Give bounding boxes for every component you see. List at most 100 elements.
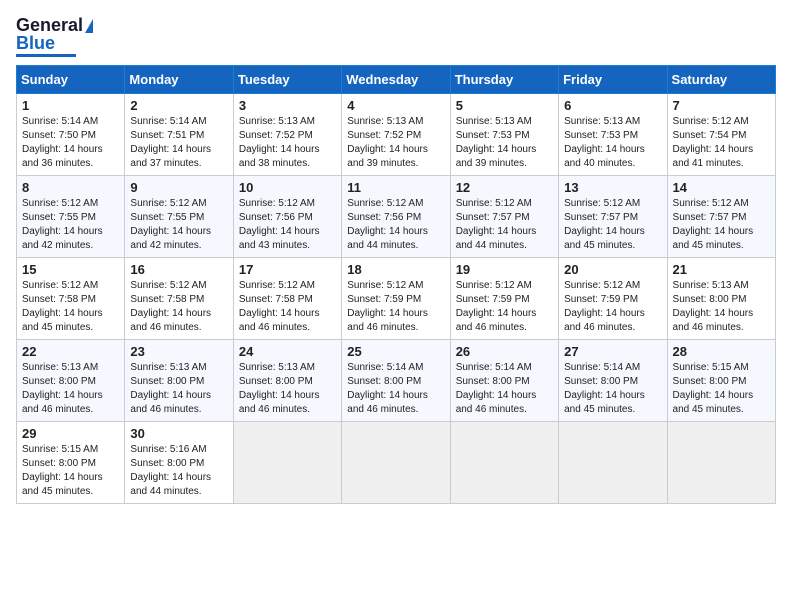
cell-info: Sunrise: 5:12 AMSunset: 7:57 PMDaylight:… — [673, 198, 754, 251]
cell-info: Sunrise: 5:13 AMSunset: 8:00 PMDaylight:… — [239, 362, 320, 415]
day-number: 13 — [564, 180, 661, 195]
cell-info: Sunrise: 5:13 AMSunset: 8:00 PMDaylight:… — [22, 362, 103, 415]
cell-info: Sunrise: 5:12 AMSunset: 7:55 PMDaylight:… — [22, 198, 103, 251]
calendar-cell: 21 Sunrise: 5:13 AMSunset: 8:00 PMDaylig… — [667, 258, 775, 340]
cell-info: Sunrise: 5:15 AMSunset: 8:00 PMDaylight:… — [673, 362, 754, 415]
calendar-cell: 11 Sunrise: 5:12 AMSunset: 7:56 PMDaylig… — [342, 176, 450, 258]
calendar-week-3: 15 Sunrise: 5:12 AMSunset: 7:58 PMDaylig… — [17, 258, 776, 340]
calendar-cell: 16 Sunrise: 5:12 AMSunset: 7:58 PMDaylig… — [125, 258, 233, 340]
cell-info: Sunrise: 5:12 AMSunset: 7:59 PMDaylight:… — [347, 280, 428, 333]
day-header-monday: Monday — [125, 66, 233, 94]
calendar-cell: 29 Sunrise: 5:15 AMSunset: 8:00 PMDaylig… — [17, 422, 125, 504]
calendar-cell: 28 Sunrise: 5:15 AMSunset: 8:00 PMDaylig… — [667, 340, 775, 422]
cell-info: Sunrise: 5:15 AMSunset: 8:00 PMDaylight:… — [22, 444, 103, 497]
calendar-week-1: 1 Sunrise: 5:14 AMSunset: 7:50 PMDayligh… — [17, 94, 776, 176]
day-number: 6 — [564, 98, 661, 113]
day-number: 17 — [239, 262, 336, 277]
cell-info: Sunrise: 5:14 AMSunset: 8:00 PMDaylight:… — [456, 362, 537, 415]
calendar-cell: 14 Sunrise: 5:12 AMSunset: 7:57 PMDaylig… — [667, 176, 775, 258]
calendar-cell: 24 Sunrise: 5:13 AMSunset: 8:00 PMDaylig… — [233, 340, 341, 422]
calendar-cell — [667, 422, 775, 504]
day-number: 10 — [239, 180, 336, 195]
day-number: 19 — [456, 262, 553, 277]
cell-info: Sunrise: 5:13 AMSunset: 7:53 PMDaylight:… — [456, 116, 537, 169]
day-header-wednesday: Wednesday — [342, 66, 450, 94]
day-number: 23 — [130, 344, 227, 359]
cell-info: Sunrise: 5:14 AMSunset: 7:51 PMDaylight:… — [130, 116, 211, 169]
day-number: 5 — [456, 98, 553, 113]
day-number: 21 — [673, 262, 770, 277]
calendar-cell: 9 Sunrise: 5:12 AMSunset: 7:55 PMDayligh… — [125, 176, 233, 258]
cell-info: Sunrise: 5:12 AMSunset: 7:57 PMDaylight:… — [456, 198, 537, 251]
cell-info: Sunrise: 5:12 AMSunset: 7:58 PMDaylight:… — [22, 280, 103, 333]
cell-info: Sunrise: 5:14 AMSunset: 7:50 PMDaylight:… — [22, 116, 103, 169]
cell-info: Sunrise: 5:13 AMSunset: 7:53 PMDaylight:… — [564, 116, 645, 169]
calendar-cell: 3 Sunrise: 5:13 AMSunset: 7:52 PMDayligh… — [233, 94, 341, 176]
calendar-week-5: 29 Sunrise: 5:15 AMSunset: 8:00 PMDaylig… — [17, 422, 776, 504]
calendar-cell: 18 Sunrise: 5:12 AMSunset: 7:59 PMDaylig… — [342, 258, 450, 340]
calendar-cell: 6 Sunrise: 5:13 AMSunset: 7:53 PMDayligh… — [559, 94, 667, 176]
day-header-tuesday: Tuesday — [233, 66, 341, 94]
day-number: 4 — [347, 98, 444, 113]
cell-info: Sunrise: 5:12 AMSunset: 7:58 PMDaylight:… — [130, 280, 211, 333]
calendar-cell — [559, 422, 667, 504]
day-number: 18 — [347, 262, 444, 277]
page-header: General Blue — [16, 16, 776, 57]
day-header-thursday: Thursday — [450, 66, 558, 94]
cell-info: Sunrise: 5:12 AMSunset: 7:59 PMDaylight:… — [564, 280, 645, 333]
calendar-cell: 25 Sunrise: 5:14 AMSunset: 8:00 PMDaylig… — [342, 340, 450, 422]
calendar-cell: 17 Sunrise: 5:12 AMSunset: 7:58 PMDaylig… — [233, 258, 341, 340]
calendar-cell: 5 Sunrise: 5:13 AMSunset: 7:53 PMDayligh… — [450, 94, 558, 176]
calendar-cell: 15 Sunrise: 5:12 AMSunset: 7:58 PMDaylig… — [17, 258, 125, 340]
cell-info: Sunrise: 5:16 AMSunset: 8:00 PMDaylight:… — [130, 444, 211, 497]
calendar-cell: 8 Sunrise: 5:12 AMSunset: 7:55 PMDayligh… — [17, 176, 125, 258]
cell-info: Sunrise: 5:12 AMSunset: 7:54 PMDaylight:… — [673, 116, 754, 169]
day-header-friday: Friday — [559, 66, 667, 94]
calendar-cell: 23 Sunrise: 5:13 AMSunset: 8:00 PMDaylig… — [125, 340, 233, 422]
day-number: 7 — [673, 98, 770, 113]
cell-info: Sunrise: 5:13 AMSunset: 8:00 PMDaylight:… — [130, 362, 211, 415]
cell-info: Sunrise: 5:14 AMSunset: 8:00 PMDaylight:… — [347, 362, 428, 415]
calendar-cell: 10 Sunrise: 5:12 AMSunset: 7:56 PMDaylig… — [233, 176, 341, 258]
calendar-cell — [233, 422, 341, 504]
calendar-cell: 2 Sunrise: 5:14 AMSunset: 7:51 PMDayligh… — [125, 94, 233, 176]
logo: General Blue — [16, 16, 93, 57]
day-header-sunday: Sunday — [17, 66, 125, 94]
day-number: 28 — [673, 344, 770, 359]
cell-info: Sunrise: 5:13 AMSunset: 8:00 PMDaylight:… — [673, 280, 754, 333]
day-number: 12 — [456, 180, 553, 195]
calendar-cell: 20 Sunrise: 5:12 AMSunset: 7:59 PMDaylig… — [559, 258, 667, 340]
day-header-saturday: Saturday — [667, 66, 775, 94]
day-number: 15 — [22, 262, 119, 277]
calendar-cell: 30 Sunrise: 5:16 AMSunset: 8:00 PMDaylig… — [125, 422, 233, 504]
day-number: 2 — [130, 98, 227, 113]
logo-underline — [16, 54, 76, 57]
logo-text: General — [16, 16, 93, 34]
day-number: 14 — [673, 180, 770, 195]
cell-info: Sunrise: 5:13 AMSunset: 7:52 PMDaylight:… — [347, 116, 428, 169]
calendar-cell — [342, 422, 450, 504]
cell-info: Sunrise: 5:12 AMSunset: 7:57 PMDaylight:… — [564, 198, 645, 251]
day-number: 22 — [22, 344, 119, 359]
day-number: 9 — [130, 180, 227, 195]
day-number: 11 — [347, 180, 444, 195]
calendar-cell: 1 Sunrise: 5:14 AMSunset: 7:50 PMDayligh… — [17, 94, 125, 176]
logo-blue: Blue — [16, 34, 55, 52]
calendar-week-2: 8 Sunrise: 5:12 AMSunset: 7:55 PMDayligh… — [17, 176, 776, 258]
day-number: 1 — [22, 98, 119, 113]
day-number: 3 — [239, 98, 336, 113]
cell-info: Sunrise: 5:14 AMSunset: 8:00 PMDaylight:… — [564, 362, 645, 415]
day-number: 29 — [22, 426, 119, 441]
cell-info: Sunrise: 5:13 AMSunset: 7:52 PMDaylight:… — [239, 116, 320, 169]
day-number: 25 — [347, 344, 444, 359]
calendar-cell: 12 Sunrise: 5:12 AMSunset: 7:57 PMDaylig… — [450, 176, 558, 258]
day-number: 20 — [564, 262, 661, 277]
calendar-cell: 7 Sunrise: 5:12 AMSunset: 7:54 PMDayligh… — [667, 94, 775, 176]
day-number: 24 — [239, 344, 336, 359]
day-number: 26 — [456, 344, 553, 359]
calendar-table: SundayMondayTuesdayWednesdayThursdayFrid… — [16, 65, 776, 504]
calendar-cell: 26 Sunrise: 5:14 AMSunset: 8:00 PMDaylig… — [450, 340, 558, 422]
calendar-cell: 19 Sunrise: 5:12 AMSunset: 7:59 PMDaylig… — [450, 258, 558, 340]
day-number: 30 — [130, 426, 227, 441]
calendar-week-4: 22 Sunrise: 5:13 AMSunset: 8:00 PMDaylig… — [17, 340, 776, 422]
